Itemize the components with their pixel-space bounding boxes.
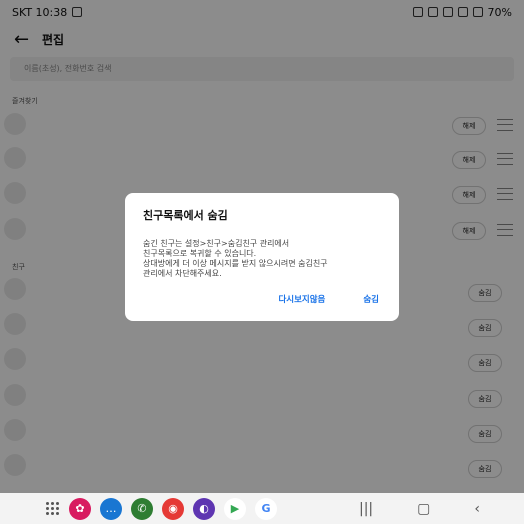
dont-show-again-button[interactable]: 다시보지않음 [278,293,325,305]
navigation-bar: ✿ … ✆ ◉ ◐ ▶ G ||| ▢ ‹ [0,493,524,524]
play-store-icon[interactable]: ▶ [224,497,246,520]
camera-app-icon[interactable]: ◉ [162,497,184,520]
recent-apps-icon[interactable]: ||| [359,501,373,517]
phone-app-icon[interactable]: ✆ [131,497,153,520]
internet-app-icon[interactable]: ◐ [193,497,215,520]
chat-app-icon[interactable]: … [100,497,122,520]
dialog-title: 친구목록에서 숨김 [143,209,228,222]
google-app-icon[interactable]: G [255,497,277,520]
home-icon[interactable]: ▢ [417,501,430,517]
back-nav-icon[interactable]: ‹ [474,501,480,517]
hide-friend-dialog: 친구목록에서 숨김 숨긴 친구는 설정>친구>숨김친구 관리에서 친구목록으로 … [125,193,399,321]
app-drawer-icon[interactable] [46,501,60,516]
hide-confirm-button[interactable]: 숨김 [363,293,379,305]
dialog-message: 숨긴 친구는 설정>친구>숨김친구 관리에서 친구목록으로 복귀할 수 있습니다… [143,239,328,278]
flower-app-icon[interactable]: ✿ [69,497,91,520]
